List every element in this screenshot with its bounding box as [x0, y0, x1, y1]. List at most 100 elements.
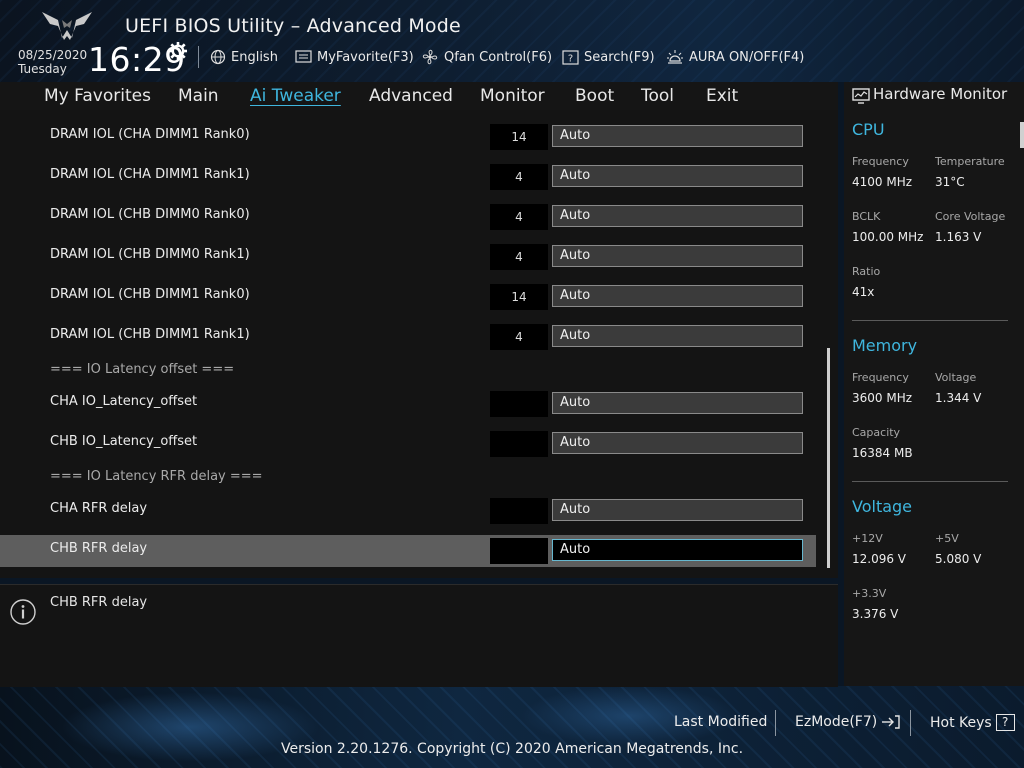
favorite-list-icon [295, 50, 312, 63]
qfan-control-label: Qfan Control(F6) [444, 49, 553, 65]
fan-icon [422, 49, 438, 65]
hot-keys-label: Hot Keys [930, 714, 992, 731]
cpu-frequency-label: Frequency [852, 155, 909, 168]
current-value: 4 [490, 164, 548, 190]
ezmode-label: EzMode(F7) [795, 714, 878, 730]
memory-frequency-value: 3600 MHz [852, 391, 913, 405]
setting-field[interactable]: Auto [552, 245, 803, 267]
myfavorite-label: MyFavorite(F3) [317, 49, 414, 65]
section-divider [852, 481, 1008, 482]
myfavorite-button[interactable]: MyFavorite(F3) [295, 47, 414, 67]
cpu-heading: CPU [852, 120, 885, 139]
tab-exit[interactable]: Exit [706, 86, 738, 106]
footer-divider [910, 710, 911, 736]
tab-ai-tweaker[interactable]: Ai Tweaker [250, 86, 341, 106]
last-modified-label: Last Modified [674, 714, 768, 730]
last-modified-button[interactable]: Last Modified [674, 714, 767, 730]
memory-voltage-value: 1.344 V [935, 391, 982, 405]
cpu-frequency-value: 4100 MHz [852, 175, 913, 189]
tab-boot[interactable]: Boot [575, 86, 614, 106]
footer-divider [775, 710, 776, 736]
cpu-core-voltage-value: 1.163 V [935, 230, 982, 244]
current-value: 4 [490, 244, 548, 270]
setting-label-selected: CHB RFR delay [50, 541, 148, 556]
voltage-12v-value: 12.096 V [852, 552, 907, 566]
memory-capacity-value: 16384 MB [852, 446, 913, 460]
voltage-5v-value: 5.080 V [935, 552, 982, 566]
cpu-ratio-value: 41x [852, 285, 875, 299]
setting-field[interactable]: Auto [552, 325, 803, 347]
section-header: === IO Latency offset === [50, 362, 235, 377]
toolbar-divider [198, 46, 199, 68]
current-value [490, 391, 548, 417]
date-text: 08/25/2020 [18, 48, 88, 62]
tab-my-favorites[interactable]: My Favorites [44, 86, 151, 106]
search-label: Search(F9) [584, 49, 655, 65]
scrollbar[interactable] [827, 348, 830, 568]
panel-edge-marker [1020, 122, 1024, 148]
gear-icon[interactable] [169, 42, 187, 60]
setting-field[interactable]: Auto [552, 499, 803, 521]
cpu-ratio-label: Ratio [852, 265, 881, 278]
memory-capacity-label: Capacity [852, 426, 901, 439]
tuf-logo [42, 12, 92, 40]
search-question-icon: ? [562, 49, 579, 65]
setting-label: DRAM IOL (CHB DIMM1 Rank1) [50, 327, 250, 342]
tab-monitor[interactable]: Monitor [480, 86, 545, 106]
section-divider [852, 320, 1008, 321]
qfan-control-button[interactable]: Qfan Control(F6) [421, 47, 552, 67]
setting-label: DRAM IOL (CHA DIMM1 Rank0) [50, 127, 250, 142]
cpu-core-voltage-label: Core Voltage [935, 210, 1006, 223]
ezmode-button[interactable]: EzMode(F7) [795, 714, 901, 730]
cpu-bclk-label: BCLK [852, 210, 881, 223]
current-value [490, 431, 548, 457]
setting-label: DRAM IOL (CHA DIMM1 Rank1) [50, 167, 250, 182]
hot-keys-key: ? [1002, 715, 1009, 729]
aura-light-icon [667, 50, 683, 64]
cpu-temperature-label: Temperature [935, 155, 1005, 168]
memory-frequency-label: Frequency [852, 371, 909, 384]
memory-heading: Memory [852, 336, 918, 355]
hardware-monitor-title: Hardware Monitor [873, 85, 1008, 103]
exit-arrow-icon [882, 715, 900, 729]
cpu-bclk-value: 100.00 MHz [852, 230, 924, 244]
setting-label: DRAM IOL (CHB DIMM0 Rank0) [50, 207, 250, 222]
setting-field-selected[interactable]: Auto [552, 539, 803, 561]
tab-tool[interactable]: Tool [641, 86, 674, 106]
search-button[interactable]: ? Search(F9) [562, 47, 655, 67]
voltage-3v3-label: +3.3V [852, 587, 887, 600]
date-display: 08/25/2020 Tuesday [18, 48, 87, 76]
hot-keys-button[interactable]: Hot Keys ? [930, 714, 1015, 731]
setting-field[interactable]: Auto [552, 285, 803, 307]
setting-label: CHA RFR delay [50, 501, 148, 516]
setting-label: DRAM IOL (CHB DIMM0 Rank1) [50, 247, 250, 262]
memory-voltage-label: Voltage [935, 371, 977, 384]
setting-field[interactable]: Auto [552, 125, 803, 147]
aura-toggle-button[interactable]: AURA ON/OFF(F4) [666, 47, 804, 67]
svg-text:?: ? [568, 53, 573, 64]
setting-field[interactable]: Auto [552, 165, 803, 187]
language-button[interactable]: English [210, 47, 278, 67]
setting-label: DRAM IOL (CHB DIMM1 Rank0) [50, 287, 250, 302]
setting-field[interactable]: Auto [552, 392, 803, 414]
version-text: Version 2.20.1276. Copyright (C) 2020 Am… [280, 741, 744, 757]
app-title: UEFI BIOS Utility – Advanced Mode [125, 15, 461, 37]
tab-advanced[interactable]: Advanced [369, 86, 453, 106]
current-value: 14 [490, 124, 548, 150]
help-description: CHB RFR delay [50, 595, 148, 610]
section-header: === IO Latency RFR delay === [50, 469, 263, 484]
current-value [490, 498, 548, 524]
setting-field[interactable]: Auto [552, 432, 803, 454]
current-value: 4 [490, 324, 548, 350]
setting-label: CHA IO_Latency_offset [50, 394, 198, 409]
voltage-5v-label: +5V [935, 532, 959, 545]
aura-toggle-label: AURA ON/OFF(F4) [689, 49, 805, 65]
current-value: 4 [490, 204, 548, 230]
voltage-12v-label: +12V [852, 532, 883, 545]
info-icon [10, 599, 36, 625]
hot-keys-icon: ? [995, 714, 1015, 731]
tab-main[interactable]: Main [178, 86, 219, 106]
setting-field[interactable]: Auto [552, 205, 803, 227]
current-value [490, 538, 548, 564]
cpu-temperature-value: 31°C [935, 175, 965, 189]
